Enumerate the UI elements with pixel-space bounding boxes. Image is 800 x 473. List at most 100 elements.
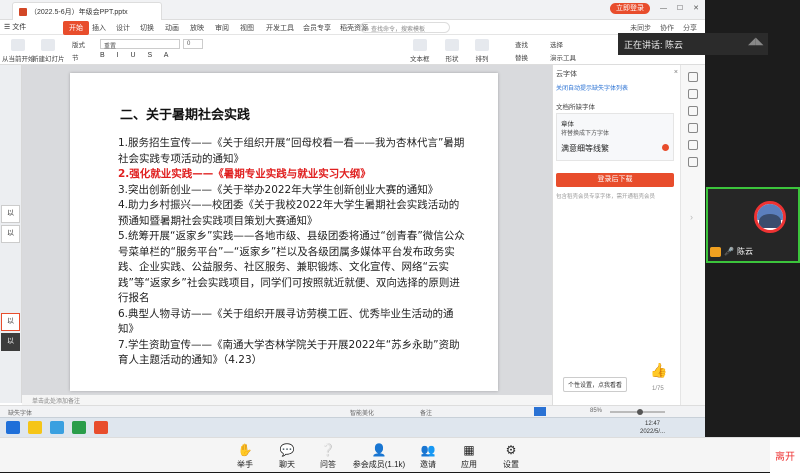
tab-developer[interactable]: 开发工具	[266, 23, 294, 33]
participant-video-tile[interactable]: 🎤 陈云	[706, 187, 800, 263]
font-family-select[interactable]: 重置	[100, 39, 180, 50]
settings-button[interactable]: ⚙ 设置	[486, 444, 536, 470]
slide-thumbnail[interactable]: 以	[1, 205, 20, 223]
tab-start[interactable]: 开始	[63, 21, 89, 35]
list-item: 7.学生资助宣传——《南通大学杏林学院关于开展2022年“苏乡永助”资助育人主题…	[118, 338, 460, 367]
close-icon[interactable]: ✕	[693, 5, 699, 12]
new-slide-button[interactable]: 新建幻灯片	[32, 39, 65, 63]
slide-thumbnail[interactable]: 以	[1, 333, 20, 351]
menu-right: 未同步 协作 分享	[623, 23, 697, 33]
collab-button[interactable]: 协作	[660, 25, 674, 32]
smart-beautify-button[interactable]: 智能美化	[350, 408, 374, 417]
disable-hint-link[interactable]: 关闭自动提示缺失字体列表	[556, 83, 628, 92]
shape-button[interactable]: 形状	[445, 39, 459, 63]
notes-area[interactable]: 单击此处添加备注	[22, 395, 552, 405]
qa-icon: ❔	[320, 443, 336, 457]
replace-button[interactable]: 替换	[515, 52, 528, 62]
members-button[interactable]: 👤 参会成员(1.1k)	[350, 444, 408, 470]
design-icon[interactable]	[688, 123, 698, 133]
start-icon[interactable]	[6, 421, 20, 434]
list-item: 2.强化就业实践——《暑期专业实践与就业实习大纲》	[118, 168, 371, 180]
font-size-select[interactable]: 0	[183, 39, 203, 49]
ribbon-tabs: ☰ 文件 开始 插入 设计 切换 动画 放映 审阅 视图 开发工具 会员专享 稻…	[0, 20, 705, 35]
arrange-button[interactable]: 排列	[475, 39, 489, 63]
thumbs-up-icon[interactable]: 👍	[650, 362, 667, 379]
member-note: 包含稻壳会员专享字体，需开通稻壳会员	[556, 194, 656, 200]
document-tab[interactable]: （2022.5-6月）年级会PPT.pptx	[12, 2, 162, 20]
tab-animation[interactable]: 动画	[165, 23, 179, 33]
pane-header: 云字体 ×	[556, 69, 678, 78]
leave-button[interactable]: 离开	[770, 438, 800, 473]
windows-taskbar: 12:47 2022/5/...	[0, 417, 705, 437]
new-slide-icon	[41, 39, 56, 51]
taskbar-clock: 12:47 2022/5/...	[640, 421, 666, 435]
arrange-icon	[475, 39, 489, 51]
tab-insert[interactable]: 插入	[92, 23, 106, 33]
layout-button[interactable]: 版式	[72, 39, 85, 49]
list-item: 3.突出创新创业——《关于举办2022年大学生创新创业大赛的通知》	[118, 183, 439, 196]
font-icon[interactable]	[688, 106, 698, 116]
user-icon	[710, 246, 721, 257]
shared-screen: （2022.5-6月）年级会PPT.pptx 立即登录 — ☐ ✕ ☰ 文件 开…	[0, 0, 705, 437]
ribbon-toolbar: 从当前开始 新建幻灯片 版式 节 重置 0 B I U S A 文本框 形状 排…	[0, 35, 705, 65]
slide-body: 1.服务招生宣传——《关于组织开展“回母校看一看——我为杏林代言”暑期社会实践专…	[118, 136, 468, 369]
wechat-icon[interactable]	[72, 421, 86, 434]
tab-slideshow[interactable]: 放映	[190, 23, 204, 33]
menu-file[interactable]: ☰ 文件	[4, 22, 26, 32]
presentation-tools-button[interactable]: 演示工具	[550, 52, 576, 62]
microphone-icon: 🎤	[724, 247, 734, 256]
section-button[interactable]: 节	[72, 52, 79, 62]
slide-thumbnail[interactable]: 以	[1, 225, 20, 243]
from-current-button[interactable]: 从当前开始	[2, 39, 35, 63]
chevron-right-icon[interactable]: ›	[690, 212, 693, 222]
sync-status[interactable]: 未同步	[630, 25, 651, 32]
browser-icon[interactable]	[50, 421, 64, 434]
list-item: 6.典型人物寻访——《关于组织开展寻访劳模工匠、优秀毕业生活动的通知》	[118, 307, 454, 336]
property-icon[interactable]	[688, 72, 698, 82]
participant-name-bar: 🎤 陈云	[710, 246, 753, 257]
command-search[interactable]: ⌕ 查找命令，搜索模板	[360, 22, 450, 33]
slide-canvas: 二、关于暑期社会实践 1.服务招生宣传——《关于组织开展“回母校看一看——我为杏…	[22, 65, 552, 395]
share-button[interactable]: 分享	[683, 25, 697, 32]
qq-icon[interactable]	[28, 421, 42, 434]
slide-thumbnail-panel: 以 以 以 以	[0, 65, 22, 403]
missing-font-card[interactable]: 章体 将替换成下方字体 满意细等线繁	[556, 113, 674, 161]
share-icon[interactable]	[688, 140, 698, 150]
cloud-font-pane: 云字体 × 关闭自动提示缺失字体列表 文档所缺字体 章体 将替换成下方字体 满意细…	[552, 65, 680, 405]
download-dot-icon	[662, 144, 669, 151]
missing-fonts-label: 文档所缺字体	[556, 104, 595, 111]
page-count: 1/75	[652, 386, 664, 392]
textbox-button[interactable]: 文本框	[410, 39, 430, 63]
maximize-icon[interactable]: ☐	[677, 5, 683, 12]
tab-design[interactable]: 设计	[116, 23, 130, 33]
shape-icon	[445, 39, 459, 51]
slide-thumbnail[interactable]: 以	[1, 313, 20, 331]
zoom-level: 85%	[590, 408, 603, 414]
format-buttons[interactable]: B I U S A	[100, 52, 173, 59]
zoom-slider-handle[interactable]	[637, 409, 643, 415]
login-button[interactable]: 立即登录	[609, 3, 650, 14]
tab-member[interactable]: 会员专享	[303, 23, 331, 33]
meeting-control-bar: ✋ 举手 💬 聊天 ❔ 问答 👤 参会成员(1.1k) 👥 邀请 ▦ 应用 ⚙ 设置 离开	[0, 437, 800, 473]
qa-button[interactable]: ❔ 问答	[303, 444, 353, 470]
missing-font-status[interactable]: 缺失字体	[8, 408, 32, 417]
slideshow-play-icon[interactable]	[534, 407, 546, 416]
tab-view[interactable]: 视图	[240, 23, 254, 33]
tab-review[interactable]: 审阅	[215, 23, 229, 33]
list-item: 1.服务招生宣传——《关于组织开展“回母校看一看——我为杏林代言”暑期社会实践专…	[118, 137, 465, 165]
find-button[interactable]: 查找	[515, 39, 528, 49]
minimize-icon[interactable]: —	[660, 5, 667, 12]
wps-icon[interactable]	[94, 421, 108, 434]
close-icon[interactable]: ×	[674, 69, 678, 76]
personal-settings-tooltip: 个性设置，点我看看	[563, 377, 628, 392]
speaker-wave-icon: ◢◣	[748, 36, 764, 47]
select-button[interactable]: 选择	[550, 39, 563, 49]
animation-icon[interactable]	[688, 89, 698, 99]
tab-transition[interactable]: 切换	[140, 23, 154, 33]
window-controls: 立即登录 — ☐ ✕	[602, 3, 699, 14]
help-icon[interactable]	[688, 157, 698, 167]
login-download-button[interactable]: 登录后下载	[556, 173, 674, 187]
notes-toggle[interactable]: 备注	[420, 408, 432, 417]
textbox-icon	[412, 39, 427, 51]
slide[interactable]: 二、关于暑期社会实践 1.服务招生宣传——《关于组织开展“回母校看一看——我为杏…	[70, 73, 498, 391]
